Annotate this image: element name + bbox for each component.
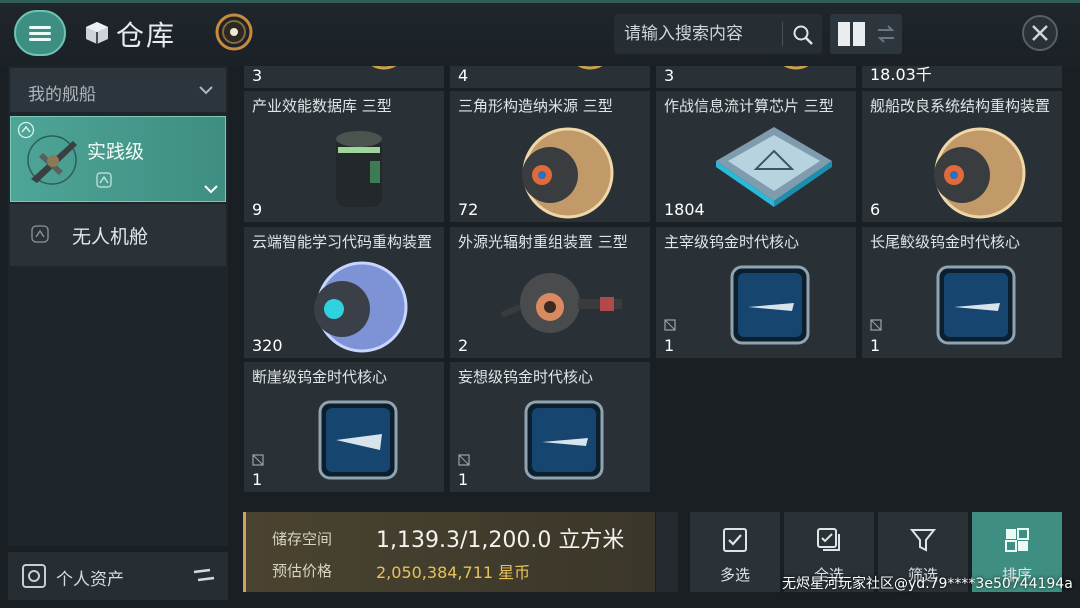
item-card[interactable]: 作战信息流计算芯片 三型 1804 — [656, 91, 856, 222]
item-card[interactable]: 3 — [656, 66, 856, 88]
chevron-down-icon — [199, 86, 213, 95]
item-grid: 3 4 3 18.03千 产业效能数据库 三型 9 三角形构造纳米源 三型 72 — [240, 66, 1070, 496]
item-card[interactable]: 长尾鲛级钨金时代核心 1 — [862, 227, 1062, 358]
item-quantity: 3 — [664, 66, 675, 85]
item-card[interactable]: 产业效能数据库 三型 9 — [244, 91, 444, 222]
assets-label: 个人资产 — [56, 570, 124, 590]
item-name: 舰船改良系统结构重构装置 — [870, 97, 1051, 115]
grid-view-icon[interactable] — [836, 20, 868, 48]
safe-icon — [22, 564, 46, 588]
warehouse-icon — [86, 22, 108, 44]
search-input[interactable] — [624, 14, 774, 54]
checkbox-icon — [723, 528, 747, 552]
bound-icon — [664, 319, 676, 331]
item-card[interactable]: 3 — [244, 66, 444, 88]
item-quantity: 72 — [458, 200, 479, 219]
item-icon — [783, 66, 809, 70]
item-card[interactable]: 云端智能学习代码重构装置 320 — [244, 227, 444, 358]
sidebar-item-label: 无人机舱 — [72, 226, 149, 248]
item-name: 断崖级钨金时代核心 — [252, 368, 388, 386]
storage-panel-edge — [656, 512, 678, 592]
price-value: 2,050,384,711 星币 — [376, 563, 531, 582]
radar-icon[interactable] — [214, 12, 254, 52]
item-card[interactable]: 4 — [450, 66, 650, 88]
search-box[interactable] — [614, 14, 822, 54]
item-card[interactable]: 主宰级钨金时代核心 1 — [656, 227, 856, 358]
capacity-value: 1,139.3/1,200.0 立方米 — [376, 528, 625, 553]
swap-icon[interactable] — [876, 24, 896, 44]
item-name: 三角形构造纳米源 三型 — [458, 97, 613, 115]
item-quantity: 320 — [252, 336, 283, 355]
multi-select-button[interactable]: 多选 — [690, 512, 780, 592]
filter-icon — [909, 529, 937, 552]
item-quantity: 1 — [664, 336, 675, 355]
item-quantity: 1 — [458, 470, 469, 489]
storage-info: 储存空间 1,139.3/1,200.0 立方米 预估价格 2,050,384,… — [243, 512, 655, 592]
category-dropdown[interactable]: 我的舰船 — [10, 68, 226, 112]
swap-icon[interactable] — [192, 566, 216, 584]
item-card[interactable]: 舰船改良系统结构重构装置 6 — [862, 91, 1062, 222]
select-all-icon — [817, 528, 840, 551]
item-quantity: 1 — [870, 336, 881, 355]
item-quantity: 2 — [458, 336, 469, 355]
item-quantity: 4 — [458, 66, 469, 85]
item-quantity: 1 — [252, 470, 263, 489]
item-quantity: 6 — [870, 200, 881, 219]
item-icon — [577, 66, 603, 70]
capacity-label: 储存空间 — [272, 530, 333, 548]
watermark: 无烬星河玩家社区@yd.79****3e50744194a — [782, 576, 1073, 592]
view-toggle[interactable] — [830, 14, 902, 54]
chevron-down-icon — [204, 185, 218, 194]
sidebar-item-drone-bay[interactable]: 无人机舱 — [10, 204, 226, 266]
item-name: 外源光辐射重组装置 三型 — [458, 233, 628, 251]
ship-icon — [27, 135, 77, 185]
item-card[interactable]: 18.03千 — [862, 66, 1062, 88]
ship-class-icon — [96, 172, 112, 188]
item-name: 产业效能数据库 三型 — [252, 97, 392, 115]
sort-icon — [1005, 528, 1029, 552]
search-icon[interactable] — [792, 24, 814, 46]
sidebar-item-ship[interactable]: 实践级 — [10, 116, 226, 202]
top-accent-line — [0, 0, 1080, 3]
item-card[interactable]: 断崖级钨金时代核心 1 — [244, 362, 444, 492]
item-name: 作战信息流计算芯片 三型 — [664, 97, 834, 115]
bound-icon — [252, 454, 264, 466]
search-divider — [782, 22, 783, 46]
drone-bay-icon — [31, 225, 49, 243]
item-quantity: 18.03千 — [870, 66, 932, 84]
personal-assets-button[interactable]: 个人资产 — [8, 552, 228, 600]
item-card[interactable]: 妄想级钨金时代核心 1 — [450, 362, 650, 492]
item-name: 妄想级钨金时代核心 — [458, 368, 594, 386]
item-quantity: 1804 — [664, 200, 705, 219]
price-label: 预估价格 — [272, 562, 333, 580]
bound-icon — [870, 319, 882, 331]
item-quantity: 9 — [252, 200, 263, 219]
close-icon — [1032, 25, 1048, 41]
item-name: 主宰级钨金时代核心 — [664, 233, 800, 251]
menu-icon — [29, 23, 51, 44]
sidebar-item-label: 实践级 — [87, 141, 145, 163]
item-icon — [371, 66, 397, 70]
bound-icon — [458, 454, 470, 466]
item-quantity: 3 — [252, 66, 263, 85]
close-button[interactable] — [1022, 15, 1058, 51]
item-name: 长尾鲛级钨金时代核心 — [870, 233, 1021, 251]
item-card[interactable]: 三角形构造纳米源 三型 72 — [450, 91, 650, 222]
action-label: 多选 — [719, 566, 750, 584]
menu-button[interactable] — [14, 10, 66, 56]
category-label: 我的舰船 — [28, 85, 96, 105]
item-name: 云端智能学习代码重构装置 — [252, 233, 433, 251]
page-title: 仓库 — [116, 19, 177, 52]
item-card[interactable]: 外源光辐射重组装置 三型 2 — [450, 227, 650, 358]
sidebar: 我的舰船 实践级 无人机舱 — [8, 66, 228, 546]
